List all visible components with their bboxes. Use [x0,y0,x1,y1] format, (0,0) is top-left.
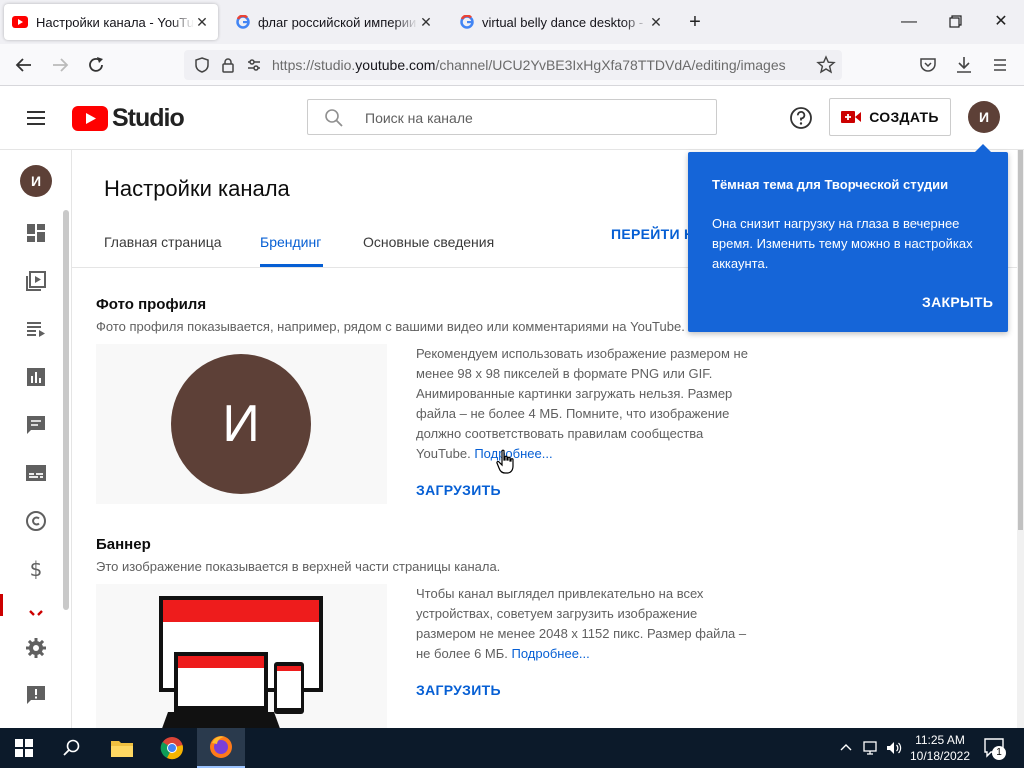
lock-icon[interactable] [216,53,240,77]
tab-title: virtual belly dance desktop - Поиск [482,14,648,30]
browser-nav-bar: https://studio.youtube.com/channel/UCU2Y… [0,44,1024,86]
clock-time: 11:25 AM [915,733,965,747]
browser-tab[interactable]: virtual belly dance desktop - Поиск ✕ [452,4,672,40]
tooltip-title: Тёмная тема для Творческой студии [712,177,949,192]
settings-gear-icon[interactable] [24,636,48,660]
youtube-favicon-icon [12,16,28,28]
pocket-icon[interactable] [916,53,940,77]
svg-text:$: $ [30,557,43,581]
close-tab-icon[interactable]: ✕ [648,14,664,31]
dark-theme-tooltip: Тёмная тема для Творческой студии Она сн… [688,144,1008,332]
account-avatar[interactable]: И [968,101,1000,133]
active-indicator [0,594,3,616]
show-hidden-icons-icon[interactable] [838,740,854,756]
studio-sidebar: И $ [0,150,72,728]
hamburger-menu-icon[interactable] [24,106,48,130]
file-explorer-icon[interactable] [98,728,146,768]
customization-icon[interactable] [24,605,48,617]
permissions-icon[interactable] [242,53,266,77]
banner-title: Баннер [96,536,151,553]
hand-cursor-icon [496,449,516,475]
chrome-icon[interactable] [148,728,196,768]
notification-badge: 1 [992,746,1006,760]
banner-recommendation: Чтобы канал выглядел привлекательно на в… [416,586,747,661]
bookmark-star-icon[interactable] [814,53,838,77]
banner-upload-button[interactable]: ЗАГРУЗИТЬ [416,682,501,698]
create-button[interactable]: СОЗДАТЬ [829,98,951,136]
studio-header: Studio Поиск на канале СОЗДАТЬ И [0,86,1024,150]
tooltip-arrow [974,144,992,153]
tooltip-close-button[interactable]: ЗАКРЫТЬ [922,294,993,310]
create-label: СОЗДАТЬ [869,109,939,125]
content-icon[interactable] [24,269,48,293]
devices-illustration-icon [159,596,323,728]
network-icon[interactable] [862,739,880,757]
channel-avatar[interactable]: И [20,165,52,197]
search-placeholder: Поиск на канале [365,110,473,126]
reload-icon[interactable] [84,53,108,77]
banner-description: Это изображение показывается в верхней ч… [96,559,501,574]
google-favicon-icon [460,15,474,29]
browser-tab-bar: Настройки канала - YouTube Studio ✕ флаг… [0,0,1024,44]
close-tab-icon[interactable]: ✕ [418,14,434,31]
dashboard-icon[interactable] [24,221,48,245]
tab-title: Настройки канала - YouTube Studio [36,14,194,30]
profile-avatar-large: И [171,354,311,494]
profile-photo-title: Фото профиля [96,296,207,313]
profile-upload-button[interactable]: ЗАГРУЗИТЬ [416,482,501,498]
tab-basic-info[interactable]: Основные сведения [363,234,494,250]
download-icon[interactable] [952,53,976,77]
close-window-button[interactable]: ✕ [986,8,1016,36]
banner-more-link[interactable]: Подробнее... [512,646,590,661]
volume-icon[interactable] [885,739,903,757]
sidebar-scrollbar[interactable] [63,210,69,610]
profile-photo-recommendation: Рекомендуем использовать изображение раз… [416,346,748,461]
subtitles-icon[interactable] [24,461,48,485]
page-scrollbar-thumb[interactable] [1018,150,1023,530]
search-input[interactable]: Поиск на канале [307,99,717,135]
taskbar: 11:25 AM 10/18/2022 1 [0,728,1024,768]
studio-logo-text: Studio [112,104,185,132]
clock[interactable]: 11:25 AM 10/18/2022 [906,732,974,764]
close-tab-icon[interactable]: ✕ [194,14,210,31]
notification-icon[interactable]: 1 [984,738,1006,760]
search-icon [324,108,344,128]
copyright-icon[interactable] [24,509,48,533]
forward-icon[interactable] [48,53,72,77]
tooltip-body: Она снизит нагрузку на глаза в вечернее … [712,216,973,271]
menu-icon[interactable] [988,53,1012,77]
analytics-icon[interactable] [24,365,48,389]
page-title: Настройки канала [104,176,290,201]
video-camera-icon [841,110,862,124]
new-tab-button[interactable]: + [680,8,710,36]
profile-photo-preview: И [96,344,387,504]
youtube-logo-icon [72,106,108,131]
help-icon[interactable] [788,105,814,131]
search-icon[interactable] [48,728,96,768]
maximize-button[interactable] [940,8,970,36]
monetization-icon[interactable]: $ [24,557,48,581]
feedback-icon[interactable] [24,683,48,707]
firefox-icon[interactable] [197,728,245,768]
comments-icon[interactable] [24,413,48,437]
tracking-shield-icon[interactable] [190,53,214,77]
tab-branding[interactable]: Брендинг [260,234,321,250]
address-bar[interactable]: https://studio.youtube.com/channel/UCU2Y… [184,50,842,80]
url-text: https://studio.youtube.com/channel/UCU2Y… [272,57,786,73]
profile-photo-description: Фото профиля показывается, например, ряд… [96,319,685,334]
back-icon[interactable] [12,53,36,77]
tab-title: флаг российской империи – Google [258,14,418,30]
google-favicon-icon [236,15,250,29]
windows-start-icon[interactable] [0,728,48,768]
clock-date: 10/18/2022 [909,749,971,763]
studio-logo[interactable]: Studio [72,104,185,133]
browser-tab[interactable]: флаг российской империи – Google ✕ [228,4,442,40]
banner-preview [96,584,387,728]
playlists-icon[interactable] [24,317,48,341]
minimize-button[interactable]: — [894,8,924,36]
browser-tab[interactable]: Настройки канала - YouTube Studio ✕ [4,4,218,40]
tab-home[interactable]: Главная страница [104,234,222,250]
